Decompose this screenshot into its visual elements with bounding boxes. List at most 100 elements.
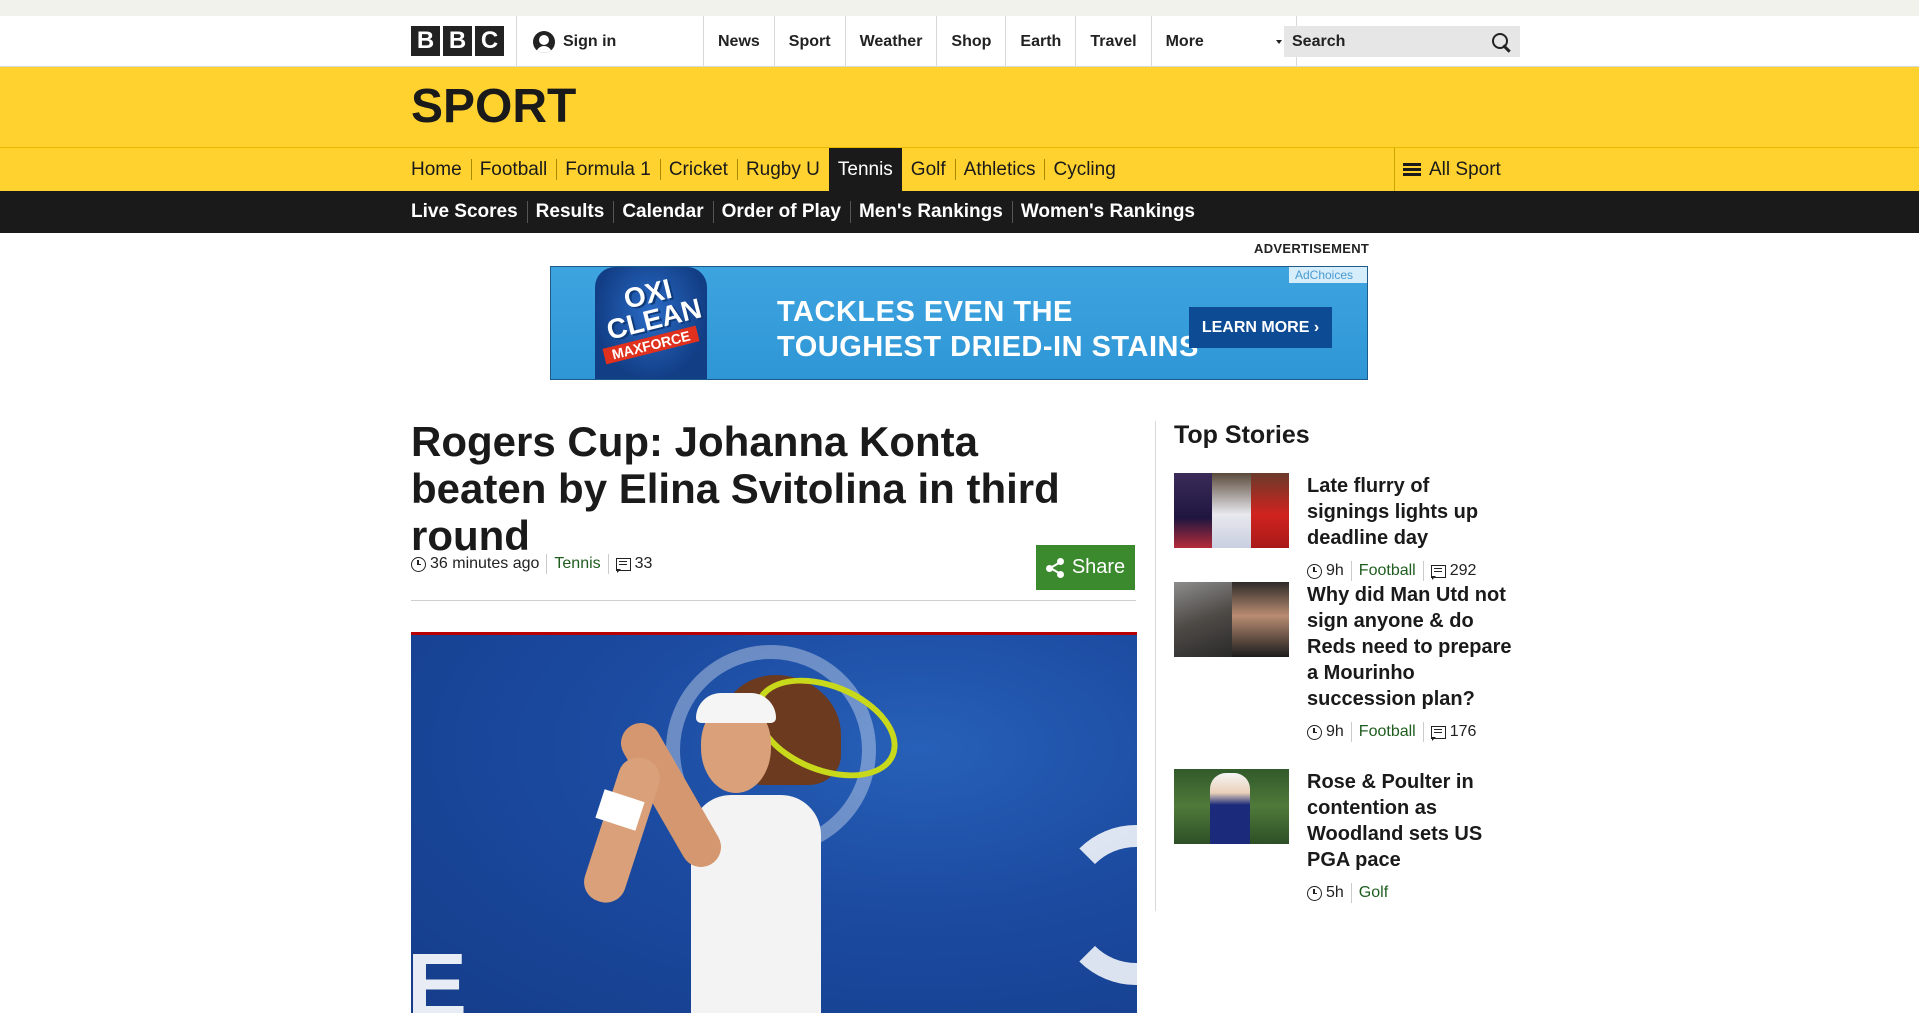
bbc-logo-letter: B: [411, 26, 440, 56]
ad-headline-line2: TOUGHEST DRIED-IN STAINS: [777, 331, 1199, 363]
subnav-womens-rankings[interactable]: Women's Rankings: [1011, 191, 1204, 233]
story-thumbnail[interactable]: [1174, 473, 1289, 548]
caret-down-icon: [1275, 40, 1282, 44]
divider: [607, 554, 609, 574]
tennis-sub-nav: Live Scores Results Calendar Order of Pl…: [0, 191, 1919, 233]
share-button[interactable]: Share: [1036, 545, 1135, 590]
sidebar-divider: [1155, 421, 1156, 911]
story-title[interactable]: Late flurry of signings lights up deadli…: [1307, 473, 1517, 551]
subnav-live-scores[interactable]: Live Scores: [411, 191, 527, 233]
divider: [546, 554, 548, 574]
nav-news[interactable]: News: [703, 16, 774, 67]
bbc-logo[interactable]: B B C: [411, 26, 504, 56]
bbc-logo-letter: C: [475, 26, 504, 56]
sport-nav-cricket[interactable]: Cricket: [659, 148, 737, 191]
sport-nav-football[interactable]: Football: [470, 148, 557, 191]
story-title[interactable]: Rose & Poulter in contention as Woodland…: [1307, 769, 1517, 873]
subnav-calendar[interactable]: Calendar: [613, 191, 712, 233]
ad-headline: TACKLES EVEN THE TOUGHEST DRIED-IN STAIN…: [777, 295, 1199, 365]
divider: [411, 600, 1136, 601]
global-nav: News Sport Weather Shop Earth Travel Mor…: [703, 16, 1297, 67]
divider: [1422, 722, 1424, 742]
signin-link[interactable]: Sign in: [533, 16, 616, 67]
article-comment-count[interactable]: 33: [635, 555, 653, 573]
article-hero-image[interactable]: E: [411, 632, 1137, 1013]
story-time: 9h: [1326, 723, 1344, 740]
article-time: 36 minutes ago: [430, 555, 540, 572]
nav-earth[interactable]: Earth: [1005, 16, 1075, 67]
story-section-link[interactable]: Golf: [1359, 884, 1388, 902]
sport-nav-tennis[interactable]: Tennis: [828, 148, 902, 191]
story-meta: 9h Football 176: [1307, 722, 1517, 742]
share-label: Share: [1071, 556, 1126, 578]
bbc-masthead: B B C Sign in News Sport Weather Shop Ea…: [0, 16, 1919, 67]
adchoices-link[interactable]: AdChoices: [1288, 267, 1367, 283]
comments-icon: [1430, 725, 1446, 741]
tennis-player-figure: [578, 658, 913, 1013]
top-strip: [0, 0, 1919, 16]
hero-logo-swoosh: [1056, 825, 1137, 985]
clock-icon: [1307, 885, 1322, 901]
sport-nav-golf[interactable]: Golf: [902, 148, 955, 191]
clock-icon: [1307, 563, 1322, 579]
story-section-link[interactable]: Football: [1359, 562, 1416, 580]
sport-nav-rugby-union[interactable]: Rugby U: [736, 148, 829, 191]
article-meta: 36 minutes ago Tennis 33: [411, 553, 652, 575]
nav-more-label: More: [1165, 33, 1204, 50]
sport-header: SPORT: [0, 67, 1919, 148]
hero-signage-letter: E: [411, 936, 468, 1013]
story-meta: 5h Golf: [1307, 883, 1517, 903]
sport-nav-cycling[interactable]: Cycling: [1044, 148, 1124, 191]
nav-travel[interactable]: Travel: [1075, 16, 1150, 67]
comments-icon: [1430, 564, 1446, 580]
divider: [516, 16, 517, 67]
all-sport-button[interactable]: All Sport: [1394, 148, 1511, 191]
all-sport-label: All Sport: [1429, 158, 1501, 180]
top-story-item[interactable]: Rose & Poulter in contention as Woodland…: [1174, 769, 1514, 909]
divider: [1350, 722, 1352, 742]
story-comment-count[interactable]: 176: [1450, 723, 1477, 741]
top-story-item[interactable]: Late flurry of signings lights up deadli…: [1174, 473, 1517, 581]
subnav-results[interactable]: Results: [526, 191, 614, 233]
menu-icon: [1403, 162, 1421, 177]
sport-title[interactable]: SPORT: [411, 81, 576, 133]
sport-nav-athletics[interactable]: Athletics: [954, 148, 1045, 191]
story-comment-count[interactable]: 292: [1450, 562, 1477, 580]
subnav-mens-rankings[interactable]: Men's Rankings: [849, 191, 1012, 233]
subnav-order-of-play[interactable]: Order of Play: [712, 191, 850, 233]
sport-nav-home[interactable]: Home: [411, 148, 471, 191]
article-section-link[interactable]: Tennis: [554, 555, 600, 573]
ad-label: ADVERTISEMENT: [1254, 241, 1370, 256]
story-title[interactable]: Why did Man Utd not sign anyone & do Red…: [1307, 582, 1517, 712]
sport-nav-formula1[interactable]: Formula 1: [556, 148, 660, 191]
story-thumbnail[interactable]: [1174, 769, 1289, 844]
search-icon[interactable]: [1490, 31, 1512, 53]
sport-nav: Home Football Formula 1 Cricket Rugby U …: [0, 148, 1919, 191]
story-thumbnail[interactable]: [1174, 582, 1289, 657]
nav-more[interactable]: More: [1150, 16, 1297, 67]
story-meta: 9h Football 292: [1307, 561, 1517, 581]
divider: [1350, 883, 1352, 903]
nav-weather[interactable]: Weather: [844, 16, 937, 67]
divider: [1422, 561, 1424, 581]
divider: [1350, 561, 1352, 581]
comments-icon: [615, 557, 631, 573]
clock-icon: [1307, 724, 1322, 740]
story-time: 9h: [1326, 562, 1344, 579]
user-icon: [533, 30, 555, 53]
share-icon: [1045, 557, 1064, 578]
story-section-link[interactable]: Football: [1359, 723, 1416, 741]
bbc-logo-letter: B: [443, 26, 472, 56]
signin-label: Sign in: [563, 32, 617, 50]
nav-shop[interactable]: Shop: [936, 16, 1005, 67]
top-story-item[interactable]: Why did Man Utd not sign anyone & do Red…: [1174, 582, 1514, 752]
ad-learn-more-button[interactable]: LEARN MORE ›: [1189, 307, 1332, 348]
search-box: [1284, 26, 1520, 57]
search-input[interactable]: [1292, 32, 1482, 51]
clock-icon: [411, 556, 426, 572]
top-stories-heading: Top Stories: [1174, 421, 1310, 449]
story-time: 5h: [1326, 884, 1344, 901]
ad-headline-line1: TACKLES EVEN THE: [777, 296, 1073, 328]
nav-sport[interactable]: Sport: [773, 16, 845, 67]
advertisement-banner[interactable]: OXI CLEAN MAXFORCE TACKLES EVEN THE TOUG…: [550, 266, 1368, 380]
